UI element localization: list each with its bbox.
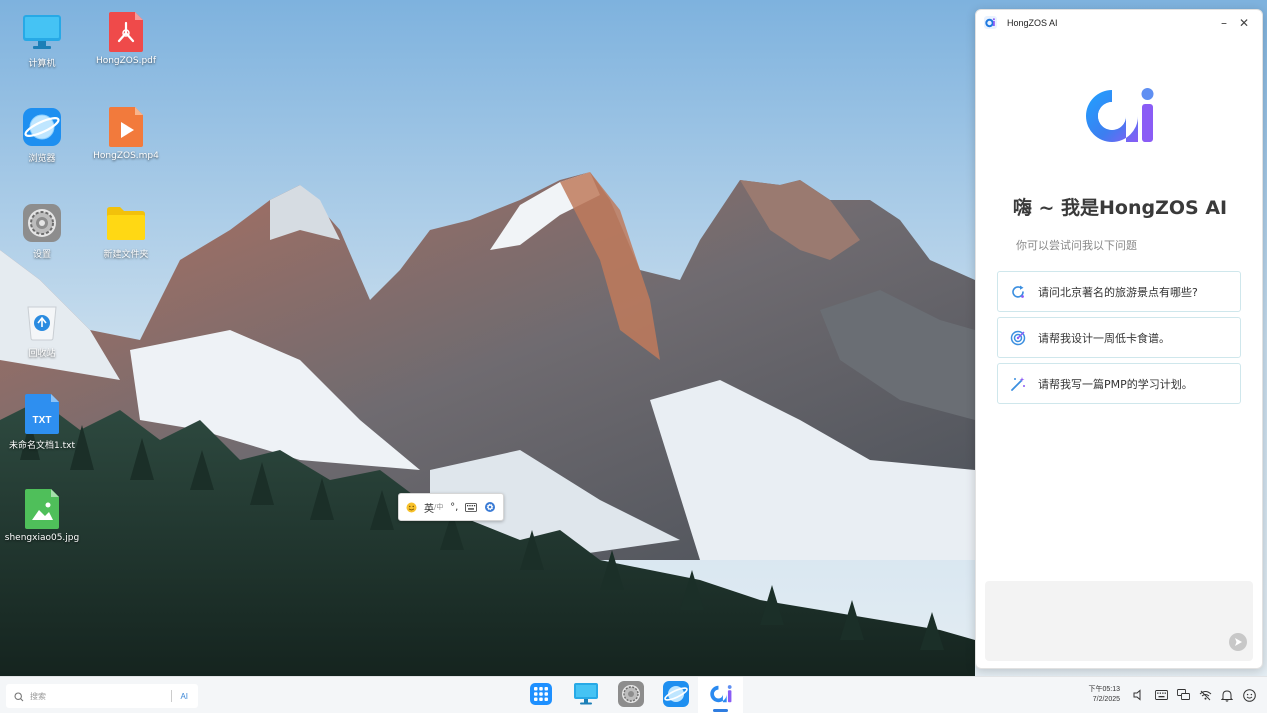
target-icon	[1010, 330, 1026, 346]
computer-icon	[573, 682, 599, 710]
ime-settings-icon[interactable]	[484, 501, 496, 513]
txt-file-icon: TXT	[22, 394, 62, 434]
desktop-icon-label: 浏览器	[28, 154, 56, 164]
browser-icon	[22, 107, 62, 147]
keyboard-icon[interactable]	[465, 502, 477, 512]
window-title: HongZOS AI	[1007, 18, 1058, 28]
ime-mode-label: 英	[424, 503, 435, 515]
desktop-icon-label: 回收站	[28, 349, 56, 359]
taskbar-search[interactable]: 搜索 AI	[6, 684, 198, 708]
computer-icon	[22, 12, 62, 52]
desktop-icon-settings[interactable]: 设置	[0, 203, 84, 260]
system-tray	[1128, 686, 1260, 704]
ai-subtitle: 你可以尝试问我以下问题	[1016, 239, 1137, 252]
hongzos-ai-window: HongZOS AI – ✕ 嗨 ~ 我是HongZOS AI 你可以尝试问我以…	[975, 9, 1263, 669]
suggestion-item[interactable]: 请帮我设计一周低卡食谱。	[997, 317, 1241, 358]
notification-icon[interactable]	[1216, 686, 1238, 704]
taskbar-hongzos-ai[interactable]	[698, 677, 743, 713]
desktop-icon-label: 新建文件夹	[103, 250, 149, 260]
ai-app-icon	[984, 14, 997, 33]
desktop-icon-video[interactable]: HongZOS.mp4	[84, 107, 168, 161]
network-icon[interactable]	[1172, 686, 1194, 704]
settings-icon	[617, 680, 644, 711]
video-file-icon	[106, 107, 146, 147]
desktop-icon-recycle-bin[interactable]: 回收站	[0, 302, 84, 359]
folder-icon	[106, 203, 146, 243]
ai-search-button[interactable]: AI	[180, 692, 188, 701]
ai-logo-icon	[709, 683, 733, 709]
close-button[interactable]: ✕	[1234, 13, 1254, 33]
search-icon	[14, 687, 24, 706]
desktop-icon-label: HongZOS.mp4	[93, 151, 159, 161]
desktop-icon-label: 计算机	[28, 59, 56, 69]
taskbar-settings[interactable]	[608, 677, 653, 713]
grid-icon	[529, 682, 552, 709]
emoji-icon[interactable]	[406, 502, 417, 513]
desktop-icon-image[interactable]: shengxiao05.jpg	[0, 489, 84, 543]
ime-language-toggle[interactable]: 英/中	[424, 500, 443, 515]
browser-icon	[662, 680, 689, 711]
suggestion-item[interactable]: 请帮我写一篇PMP的学习计划。	[997, 363, 1241, 404]
desktop-icon-label: 设置	[32, 250, 51, 260]
image-file-icon	[22, 489, 62, 529]
suggestion-item[interactable]: 请问北京著名的旅游景点有哪些?	[997, 271, 1241, 312]
taskbar-apps	[518, 677, 743, 713]
desktop-icon-label: 未命名文档1.txt	[9, 441, 75, 451]
desktop-icon-pdf[interactable]: HongZOS.pdf	[84, 12, 168, 66]
minimize-button[interactable]: –	[1214, 13, 1234, 33]
taskbar: 搜索 AI 下午05:13 7/2/2025	[0, 676, 1267, 713]
search-placeholder: 搜索	[30, 691, 46, 701]
desktop-icon-computer[interactable]: 计算机	[0, 12, 84, 69]
clock-date: 7/2/2025	[1092, 696, 1120, 703]
taskbar-browser[interactable]	[653, 677, 698, 713]
divider	[171, 690, 173, 702]
window-titlebar[interactable]: HongZOS AI – ✕	[976, 10, 1262, 36]
desktop-icon-label: HongZOS.pdf	[95, 56, 157, 66]
taskbar-clock[interactable]: 下午05:13 7/2/2025	[1082, 685, 1120, 705]
send-button[interactable]	[1229, 633, 1247, 651]
settings-icon	[22, 203, 62, 243]
suggestion-text: 请帮我写一篇PMP的学习计划。	[1038, 377, 1193, 391]
chat-input[interactable]	[985, 581, 1253, 661]
desktop-icon-browser[interactable]: 浏览器	[0, 107, 84, 164]
refresh-search-icon	[1010, 284, 1026, 300]
suggestion-text: 请问北京著名的旅游景点有哪些?	[1038, 285, 1198, 299]
txt-badge: TXT	[32, 415, 52, 426]
suggestion-list: 请问北京著名的旅游景点有哪些? 请帮我设计一周低卡食谱。 请帮我写一篇PMP的学…	[997, 271, 1241, 409]
recycle-bin-icon	[22, 302, 62, 342]
wifi-icon[interactable]	[1194, 686, 1216, 704]
taskbar-start-menu[interactable]	[518, 677, 563, 713]
magic-wand-icon	[1010, 376, 1026, 392]
ime-toolbar: 英/中 °,	[398, 493, 504, 521]
suggestion-text: 请帮我设计一周低卡食谱。	[1038, 331, 1170, 345]
ai-logo-icon	[1082, 84, 1158, 152]
taskbar-computer[interactable]	[563, 677, 608, 713]
ai-greeting: 嗨 ~ 我是HongZOS AI	[1012, 197, 1228, 219]
clock-time: 下午05:13	[1088, 686, 1120, 693]
punctuation-icon[interactable]: °,	[450, 502, 458, 513]
desktop-icon-new-folder[interactable]: 新建文件夹	[84, 203, 168, 260]
keyboard-icon[interactable]	[1150, 686, 1172, 704]
volume-icon[interactable]	[1128, 686, 1150, 704]
user-icon[interactable]	[1238, 686, 1260, 704]
desktop-icon-label: shengxiao05.jpg	[4, 533, 80, 543]
ime-mode-sub: /中	[434, 503, 444, 511]
pdf-file-icon	[106, 12, 146, 52]
desktop-icon-txt[interactable]: TXT 未命名文档1.txt	[0, 394, 84, 451]
